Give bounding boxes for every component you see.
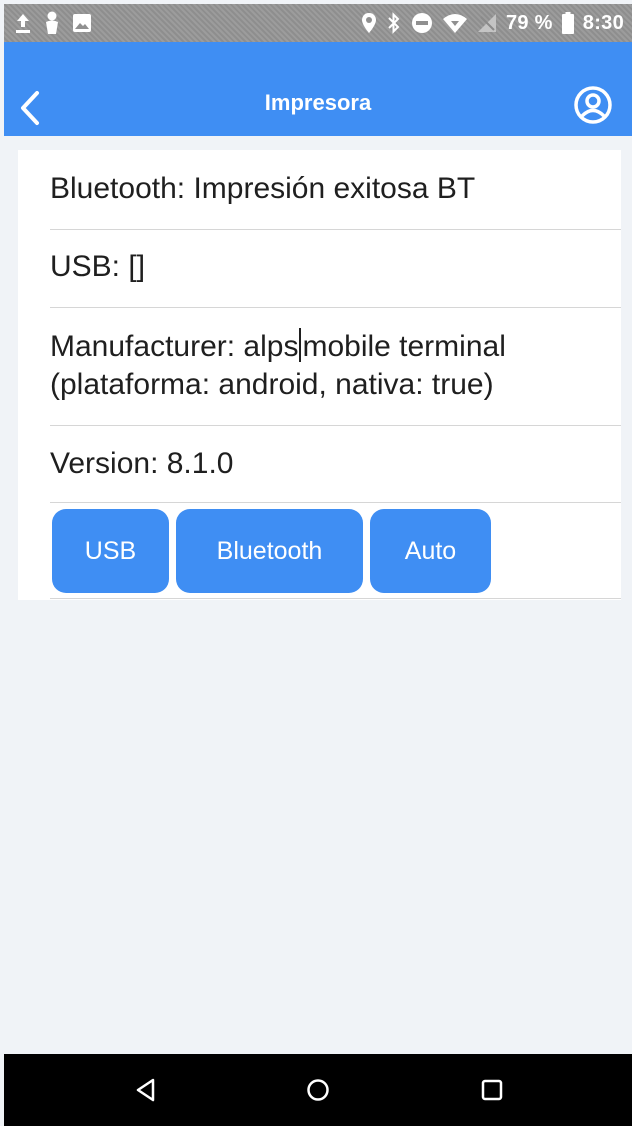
location-icon (361, 12, 377, 34)
do-not-disturb-icon (411, 12, 433, 34)
image-icon (72, 13, 92, 33)
printer-info-card: Bluetooth: Impresión exitosa BT USB: [] … (18, 150, 621, 600)
usb-status-text: USB: [] (50, 250, 146, 283)
nav-recents-button[interactable] (472, 1074, 512, 1106)
status-right-icons: 79 % 8:30 (361, 12, 624, 35)
triangle-back-icon (135, 1078, 157, 1102)
version-text: Version: 8.1.0 (50, 447, 234, 480)
profile-button[interactable] (572, 84, 614, 126)
manufacturer-row: Manufacturer: alps mobile terminal (plata… (50, 328, 621, 426)
version-row: Version: 8.1.0 (50, 445, 621, 503)
manufacturer-line-2: (plataforma: android, nativa: true) (50, 368, 494, 401)
no-signal-icon (477, 13, 497, 33)
auto-button[interactable]: Auto (370, 509, 491, 593)
screen: 79 % 8:30 Impresora Bluetooth: Impresión… (0, 0, 632, 1126)
manufacturer-line-1: Manufacturer: alps mobile terminal (50, 328, 621, 366)
usb-status-row: USB: [] (50, 248, 621, 308)
battery-icon (561, 12, 574, 34)
circle-home-icon (306, 1078, 330, 1102)
bluetooth-icon (386, 12, 402, 34)
bluetooth-status-text: Bluetooth: Impresión exitosa BT (50, 172, 476, 205)
page-title: Impresora (264, 90, 372, 115)
upload-icon (14, 12, 32, 34)
status-left-icons (14, 11, 92, 35)
manufacturer-text-part1: Manufacturer: alps (50, 330, 299, 363)
status-time: 8:30 (582, 11, 624, 34)
status-bar: 79 % 8:30 (4, 4, 632, 42)
wifi-icon (442, 12, 468, 34)
user-circle-icon (573, 85, 613, 125)
battery-percent: 79 % (505, 11, 553, 34)
nav-home-button[interactable] (298, 1074, 338, 1106)
system-nav-bar (4, 1054, 632, 1126)
square-recents-icon (481, 1079, 503, 1101)
bluetooth-button[interactable]: Bluetooth (176, 509, 363, 593)
usb-button[interactable]: USB (52, 509, 169, 593)
mode-buttons-row: USB Bluetooth Auto (50, 503, 621, 599)
manufacturer-text-part2: mobile terminal (302, 330, 506, 363)
person-icon (44, 11, 60, 35)
nav-back-button[interactable] (126, 1074, 166, 1106)
bluetooth-status-row: Bluetooth: Impresión exitosa BT (50, 170, 621, 230)
app-header-content: Impresora (4, 42, 632, 136)
